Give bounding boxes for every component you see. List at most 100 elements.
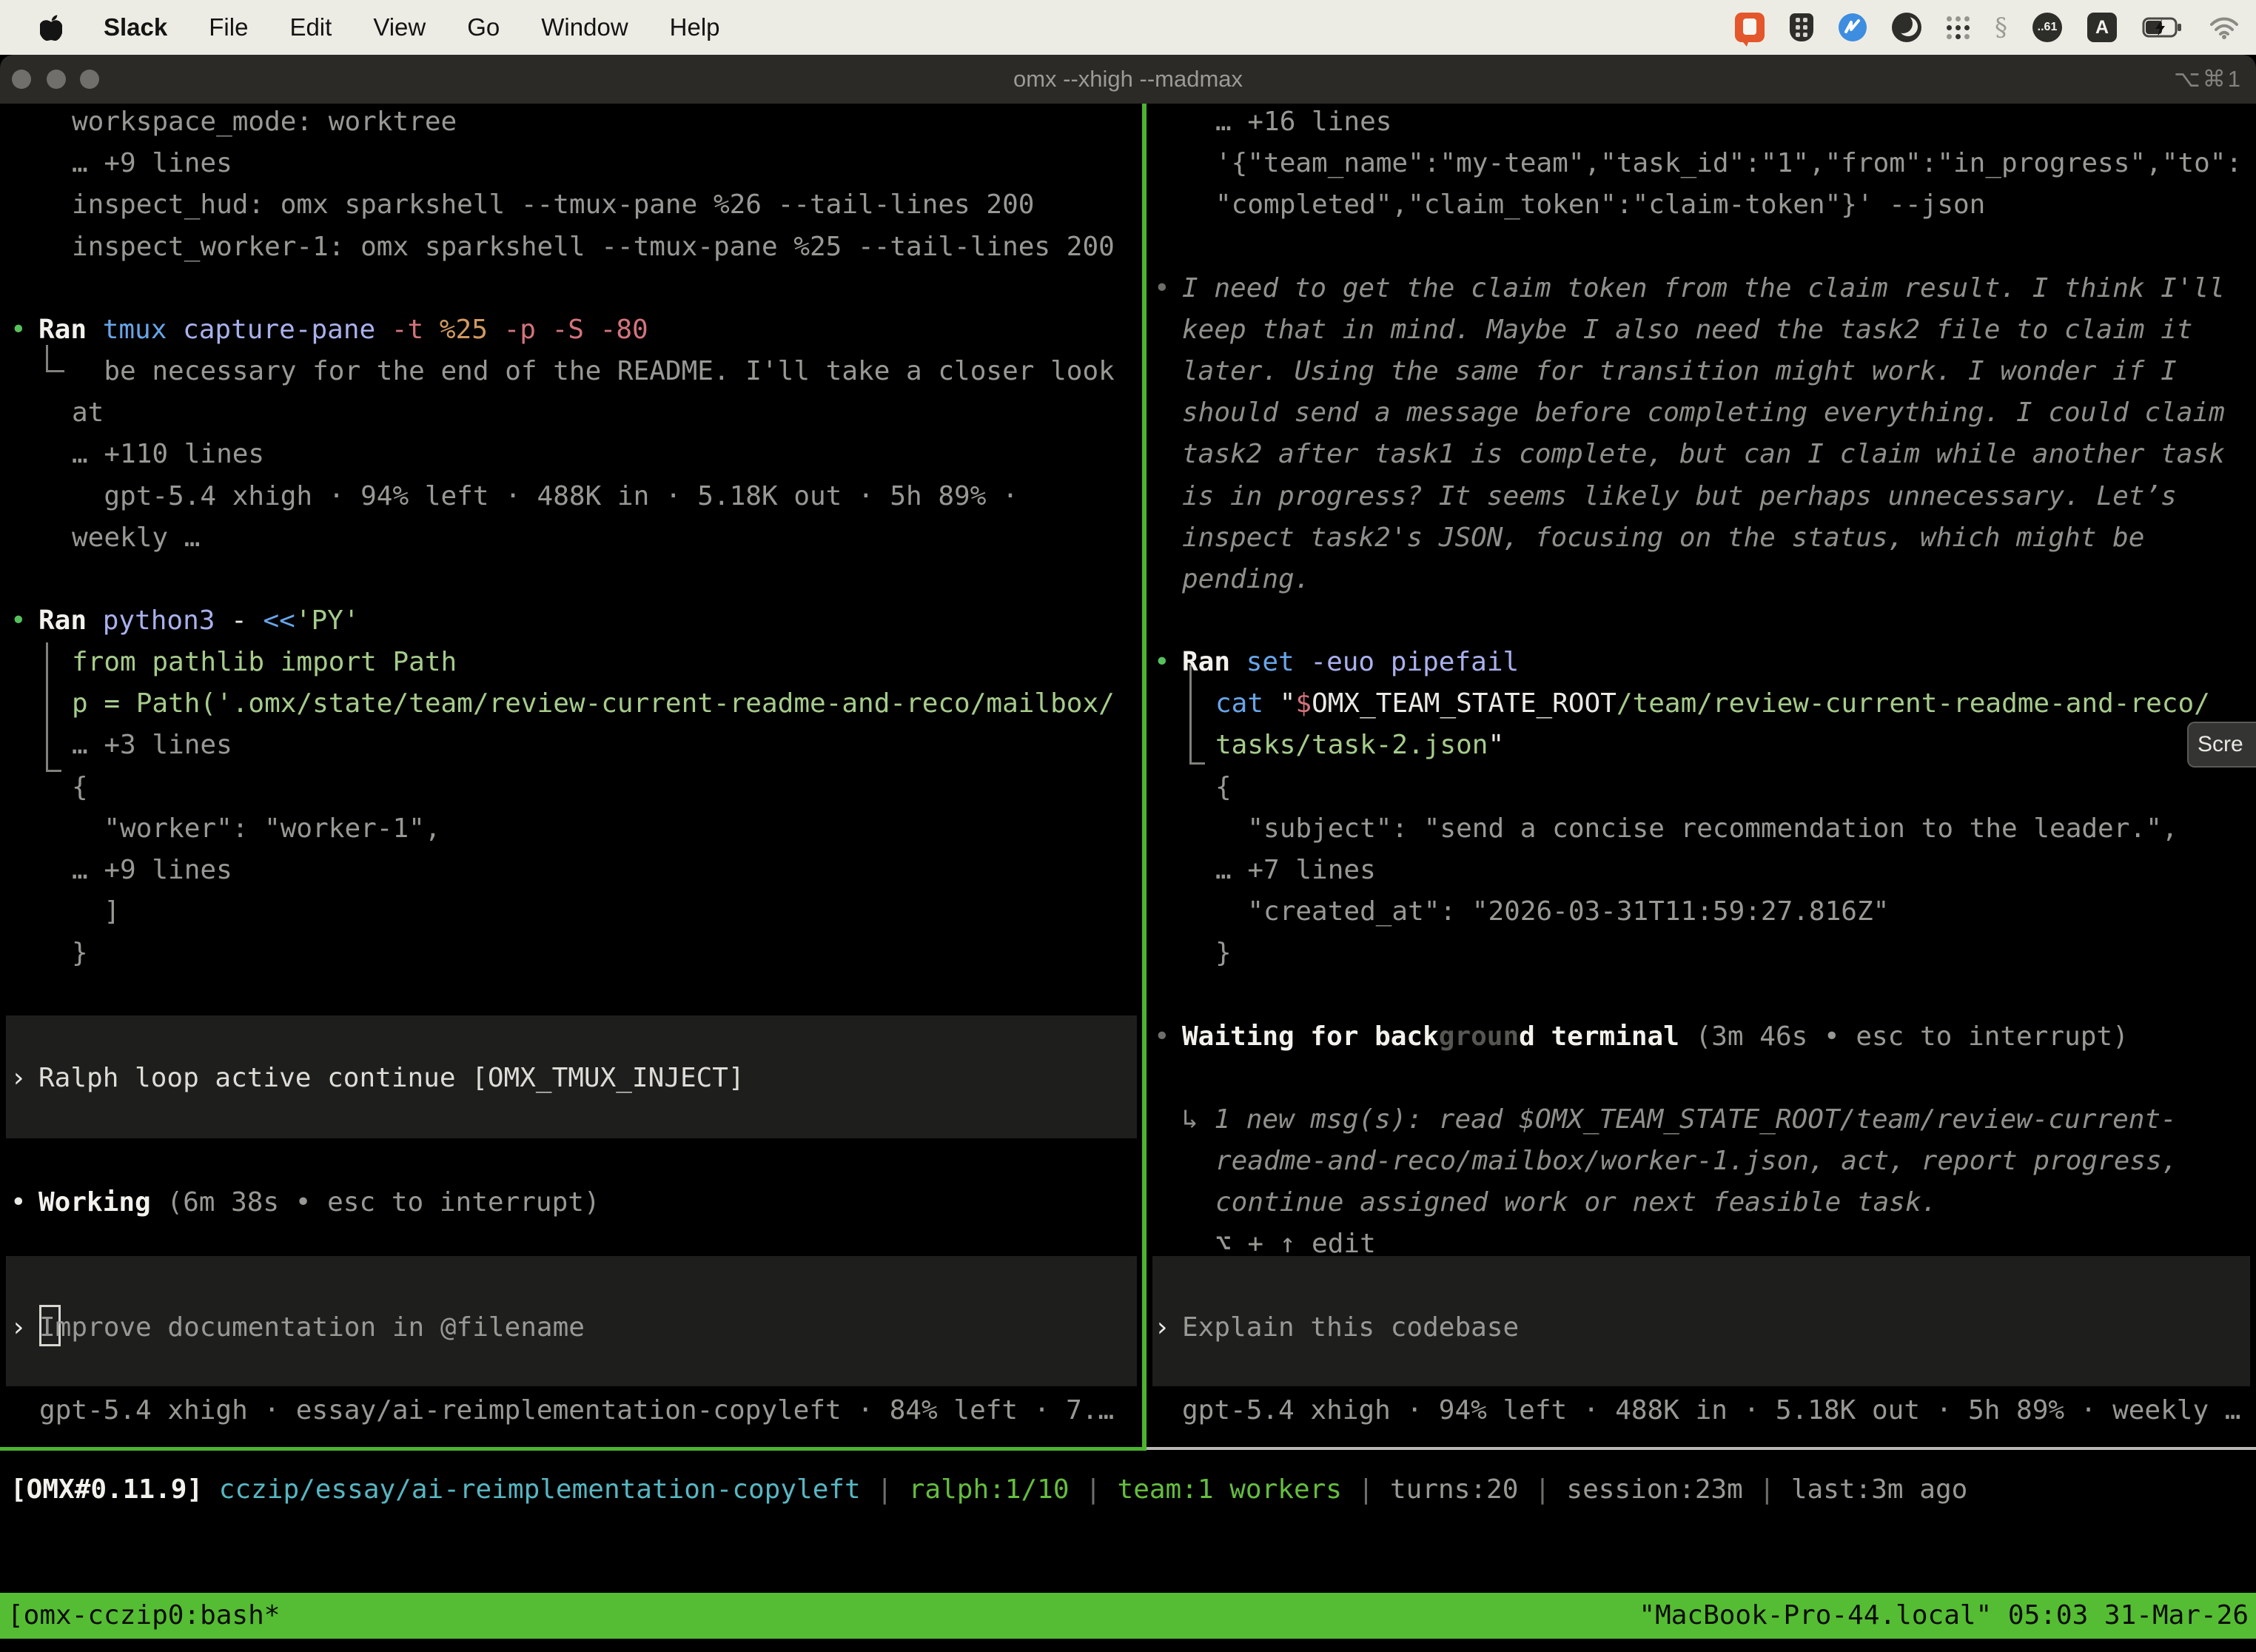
text-segment: ↳ 1 new msg(s): read $OMX_TEAM_STATE_ROO… — [1182, 1104, 2177, 1135]
terminal-line: inspect_worker-1: omx sparkshell --tmux-… — [72, 227, 1115, 267]
terminal-line: "worker": "worker-1", — [72, 809, 441, 849]
text-segment: … +7 lines — [1215, 855, 1376, 885]
terminal-line: Ran set -euo pipefail — [1182, 642, 1519, 682]
text-segment: set — [1246, 647, 1311, 677]
terminal-line: … +3 lines — [72, 725, 232, 765]
menu-item-window[interactable]: Window — [541, 13, 628, 41]
text-segment: ralph:1/10 — [909, 1474, 1070, 1505]
text-segment: gpt-5.4 xhigh · essay/ai-reimplementatio… — [39, 1395, 1114, 1426]
terminal-line: … +7 lines — [1215, 850, 1376, 890]
blue-bolt-icon[interactable] — [1839, 13, 1867, 41]
text-segment: Ralph loop active continue [OMX_TMUX_INJ… — [38, 1063, 745, 1093]
terminal-line: be necessary for the end of the README. … — [72, 352, 1115, 392]
terminal-line: } — [72, 933, 88, 973]
text-segment: keep that in mind. Maybe I also need the… — [1182, 315, 2192, 345]
menu-bar: Slack File Edit View Go Window Help § ..61 A — [0, 0, 2256, 55]
terminal-line: should send a message before completing … — [1182, 393, 2225, 433]
menu-item-go[interactable]: Go — [467, 13, 500, 41]
text-segment: last:3m ago — [1791, 1474, 1967, 1505]
menu-item-view[interactable]: View — [373, 13, 426, 41]
text-segment: Explain this codebase — [1182, 1312, 1519, 1343]
text-segment: gpt-5.4 xhigh · 94% left · 488K in · 5.1… — [1182, 1395, 2240, 1426]
terminal-line: … +9 lines — [72, 850, 232, 890]
moon-icon[interactable] — [1892, 13, 1921, 42]
text-segment: at — [72, 397, 104, 428]
terminal-line: ] — [72, 892, 120, 932]
percent-61-icon[interactable]: ..61 — [2032, 13, 2062, 42]
terminal-line: keep that in mind. Maybe I also need the… — [1182, 310, 2192, 350]
terminal-line: › — [10, 1308, 27, 1348]
text-segment: … +110 lines — [72, 439, 264, 469]
text-segment: team:1 workers — [1118, 1474, 1342, 1505]
shield-grid-icon[interactable] — [1790, 13, 1813, 41]
tmux-pane-right[interactable]: … +16 lines'{"team_name":"my-team","task… — [1147, 104, 2256, 1451]
terminal-line: readme-and-reco/mailbox/worker-1.json, a… — [1215, 1141, 2178, 1181]
text-segment: weekly … — [72, 523, 200, 553]
slack-badge-icon[interactable] — [1735, 13, 1765, 42]
tmux-pane-left[interactable]: workspace_mode: worktree … +9 lines inspec… — [0, 104, 1142, 1451]
input-source-icon[interactable]: A — [2087, 13, 2117, 42]
text-segment: … +9 lines — [72, 855, 232, 885]
text-segment: inspect task2's JSON, focusing on the st… — [1182, 523, 2144, 553]
terminal-line: … +16 lines — [1215, 104, 1391, 142]
text-segment: -80 — [600, 315, 648, 345]
text-segment: [OMX#0.11.9] — [10, 1474, 219, 1505]
text-segment: 'PY' — [295, 605, 360, 636]
text-segment: should send a message before completing … — [1182, 397, 2225, 428]
text-segment: { — [72, 772, 88, 802]
text-segment: << — [263, 605, 295, 636]
text-segment: (3m 46s • esc to interrupt) — [1696, 1021, 2129, 1052]
text-segment: cczip/essay/ai-reimplementation-copyleft — [219, 1474, 861, 1505]
terminal-line: cat "$OMX_TEAM_STATE_ROOT/team/review-cu… — [1215, 684, 2210, 724]
text-segment: I need to get the claim token from the c… — [1182, 273, 2225, 303]
dots-grid-icon[interactable] — [1947, 16, 1970, 39]
terminal-line: inspect task2's JSON, focusing on the st… — [1182, 518, 2144, 558]
text-segment: -euo pipefail — [1310, 647, 1519, 677]
text-segment: Ran — [38, 315, 103, 345]
hook-icon[interactable]: § — [1995, 13, 2007, 42]
text-segment: pending. — [1182, 564, 1310, 594]
terminal-line: … +110 lines — [72, 434, 264, 474]
terminal-line: › — [1154, 1308, 1170, 1348]
wifi-icon[interactable] — [2209, 16, 2240, 39]
text-segment: Working — [38, 1187, 167, 1218]
apple-icon[interactable] — [40, 14, 62, 41]
text-segment: tmux — [103, 315, 183, 345]
terminal-line: • — [1154, 642, 1170, 682]
terminal-line: at — [72, 393, 104, 433]
text-segment: › — [10, 1063, 27, 1093]
text-segment: • — [1154, 273, 1170, 303]
menu-item-file[interactable]: File — [209, 13, 248, 41]
terminal-line: [OMX#0.11.9] cczip/essay/ai-reimplementa… — [10, 1470, 1967, 1510]
slack-badge-inner — [1743, 19, 1756, 35]
terminal-line: continue assigned work or next feasible … — [1215, 1183, 1937, 1223]
terminal-line: is in progress? It seems likely but perh… — [1182, 477, 2177, 517]
menu-item-help[interactable]: Help — [670, 13, 720, 41]
pane-border-active — [0, 1447, 1147, 1451]
slack-badge-tail — [1739, 38, 1750, 47]
menu-item-edit[interactable]: Edit — [289, 13, 332, 41]
text-segment: workspace_mode: worktree — [72, 107, 457, 137]
terminal-line: Ralph loop active continue [OMX_TMUX_INJ… — [38, 1058, 745, 1098]
terminal-line: task2 after task1 is complete, but can I… — [1182, 434, 2225, 474]
terminal-line: later. Using the same for transition mig… — [1182, 352, 2177, 392]
terminal-line: pending. — [1182, 560, 1310, 600]
text-segment: later. Using the same for transition mig… — [1182, 356, 2177, 386]
text-segment: "completed","claim_token":"claim-token"}… — [1215, 189, 1985, 220]
text-segment: turns:20 — [1390, 1474, 1518, 1505]
battery-icon[interactable] — [2142, 17, 2183, 38]
text-segment: is in progress? It seems likely but perh… — [1182, 481, 2177, 511]
text-segment: … +16 lines — [1215, 107, 1391, 137]
text-segment: Ran — [38, 605, 103, 636]
terminal-line: ↳ 1 new msg(s): read $OMX_TEAM_STATE_ROO… — [1182, 1100, 2177, 1140]
text-segment: -t — [392, 315, 440, 345]
text-segment: • — [10, 605, 27, 636]
text-segment: "subject": "send a concise recommendatio… — [1215, 813, 2178, 844]
terminal-line: weekly … — [72, 518, 200, 558]
terminal-line: { — [1215, 768, 1232, 807]
menu-items: File Edit View Go Window Help — [209, 13, 719, 41]
menu-app-name[interactable]: Slack — [104, 13, 167, 41]
window-shortcut: ⌥⌘1 — [2174, 55, 2243, 104]
text-segment: task2 after task1 is complete, but can I… — [1182, 439, 2225, 469]
terminal-line: from pathlib import Path — [72, 642, 457, 682]
